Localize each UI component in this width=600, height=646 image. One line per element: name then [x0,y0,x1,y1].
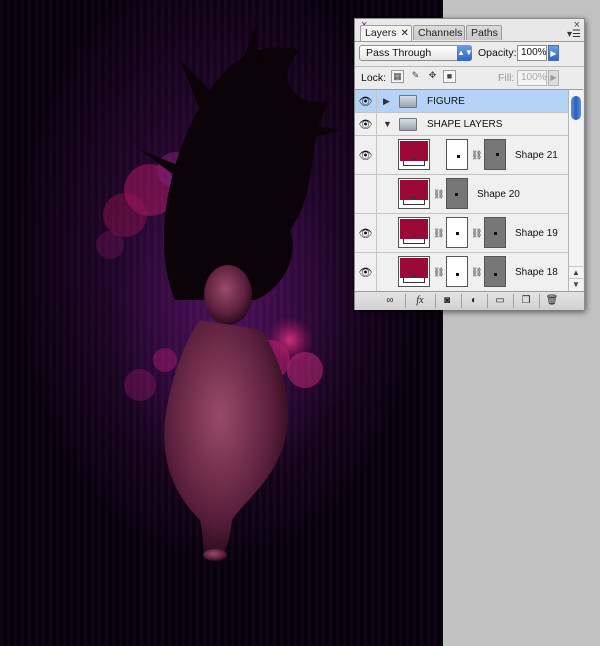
fx-icon[interactable]: fx [411,294,429,308]
tab-channels-label: Channels [418,27,463,39]
toolbar-divider [435,294,436,308]
fill-input[interactable]: 100% [517,70,547,86]
layer-row-shape-20[interactable]: ⛓ Shape 20 [355,175,568,214]
folder-icon [399,95,417,108]
layer-mask-thumbnail[interactable] [446,139,468,170]
lock-position-icon[interactable]: ✥ [426,70,439,83]
layers-scrollbar[interactable]: ▲ ▼ [568,89,583,291]
lock-label: Lock: [361,72,387,84]
visibility-eye-icon[interactable]: 👁 [355,90,377,112]
toolbar-divider [539,294,540,308]
layer-name: Shape 21 [515,150,558,161]
tab-layers-label: Layers [365,27,397,39]
blend-opacity-row: Pass Through ▲▼ Opacity: 100% ▶ [355,41,584,66]
toolbar-divider [513,294,514,308]
lock-transparent-icon[interactable]: ▦ [391,70,404,83]
visibility-eye-icon[interactable]: 👁 [355,136,377,174]
blend-mode-value: Pass Through [366,47,432,59]
scroll-down-icon[interactable]: ▼ [569,278,583,291]
layers-list[interactable]: 👁 ▶ FIGURE 👁 ▼ SHAPE LAYERS 👁 ⛓ Shape 21… [355,89,568,292]
collapse-triangle-icon[interactable]: ▼ [383,119,392,129]
tab-close-icon[interactable]: ✕ [401,28,409,39]
panel-menu-icon[interactable]: ▾☰ [567,29,581,40]
layer-name: SHAPE LAYERS [427,119,503,130]
figure [164,265,289,561]
toolbar-divider [461,294,462,308]
new-group-icon[interactable]: ▭ [491,294,509,308]
layer-name: Shape 18 [515,267,558,278]
layer-mask-thumbnail[interactable] [446,217,468,248]
scrollbar-thumb[interactable] [571,96,581,120]
shape-fill-thumbnail[interactable] [398,139,430,170]
chain-link-icon[interactable]: ⛓ [433,189,444,200]
toolbar-divider [487,294,488,308]
tab-paths-label: Paths [471,27,498,39]
lock-all-icon[interactable]: ■ [443,70,456,83]
tab-paths[interactable]: Paths [466,25,502,40]
opacity-slider-button[interactable]: ▶ [548,45,559,61]
select-arrows-icon: ▲▼ [457,45,473,61]
adjustment-icon[interactable]: ◐ [465,294,483,308]
new-layer-icon[interactable]: ❐ [517,294,535,308]
panel-tabs: Layers ✕ Channels Paths [355,25,584,41]
visibility-eye-icon[interactable]: 👁 [355,214,377,252]
chain-link-icon[interactable]: ⛓ [471,228,482,239]
visibility-eye-icon[interactable]: 👁 [355,113,377,135]
layer-name: Shape 20 [477,189,520,200]
chain-link-icon[interactable]: ⛓ [433,228,444,239]
blend-mode-select[interactable]: Pass Through ▲▼ [359,45,473,61]
layer-row-shape-layers[interactable]: 👁 ▼ SHAPE LAYERS [355,113,568,136]
fill-slider-button[interactable]: ▶ [548,70,559,86]
vector-mask-thumbnail[interactable] [484,217,506,248]
layers-bottom-toolbar: ∞ fx ◙ ◐ ▭ ❐ 🗑 [355,291,584,310]
chain-link-icon[interactable]: ⛓ [471,267,482,278]
trash-icon[interactable]: 🗑 [543,294,561,308]
shape-fill-thumbnail[interactable] [398,256,430,287]
chain-link-icon[interactable]: ⛓ [433,267,444,278]
link-icon[interactable]: ∞ [381,294,399,308]
fill-label: Fill: [498,72,515,84]
layers-panel[interactable]: × × Layers✕ Channels Paths ▾☰ Pass Throu… [354,18,585,310]
layer-row-shape-19[interactable]: 👁 ⛓ ⛓ Shape 19 [355,214,568,253]
layer-name: FIGURE [427,96,465,107]
opacity-label: Opacity: [478,47,517,59]
opacity-input[interactable]: 100% [517,45,547,61]
layer-name: Shape 19 [515,228,558,239]
layer-row-shape-21[interactable]: 👁 ⛓ Shape 21 [355,136,568,175]
expand-triangle-icon[interactable]: ▶ [383,96,390,107]
hair [140,25,340,301]
vector-mask-thumbnail[interactable] [484,139,506,170]
tab-channels[interactable]: Channels [413,25,465,40]
visibility-eye-icon[interactable]: 👁 [355,253,377,291]
mask-icon[interactable]: ◙ [438,294,456,308]
shape-fill-thumbnail[interactable] [398,178,430,209]
lock-image-icon[interactable]: ✎ [409,70,422,83]
vector-mask-thumbnail[interactable] [446,178,468,209]
folder-icon [399,118,417,131]
shape-fill-thumbnail[interactable] [398,217,430,248]
lock-fill-row: Lock: ▦ ✎ ✥ ■ Fill: 100% ▶ [355,66,584,89]
visibility-eye-icon [355,175,377,213]
chain-link-icon[interactable]: ⛓ [471,150,482,161]
tab-layers[interactable]: Layers ✕ [360,25,412,41]
layer-row-shape-18[interactable]: 👁 ⛓ ⛓ Shape 18 [355,253,568,292]
layer-mask-thumbnail[interactable] [446,256,468,287]
toolbar-divider [405,294,406,308]
layer-row-figure[interactable]: 👁 ▶ FIGURE [355,90,568,113]
vector-mask-thumbnail[interactable] [484,256,506,287]
